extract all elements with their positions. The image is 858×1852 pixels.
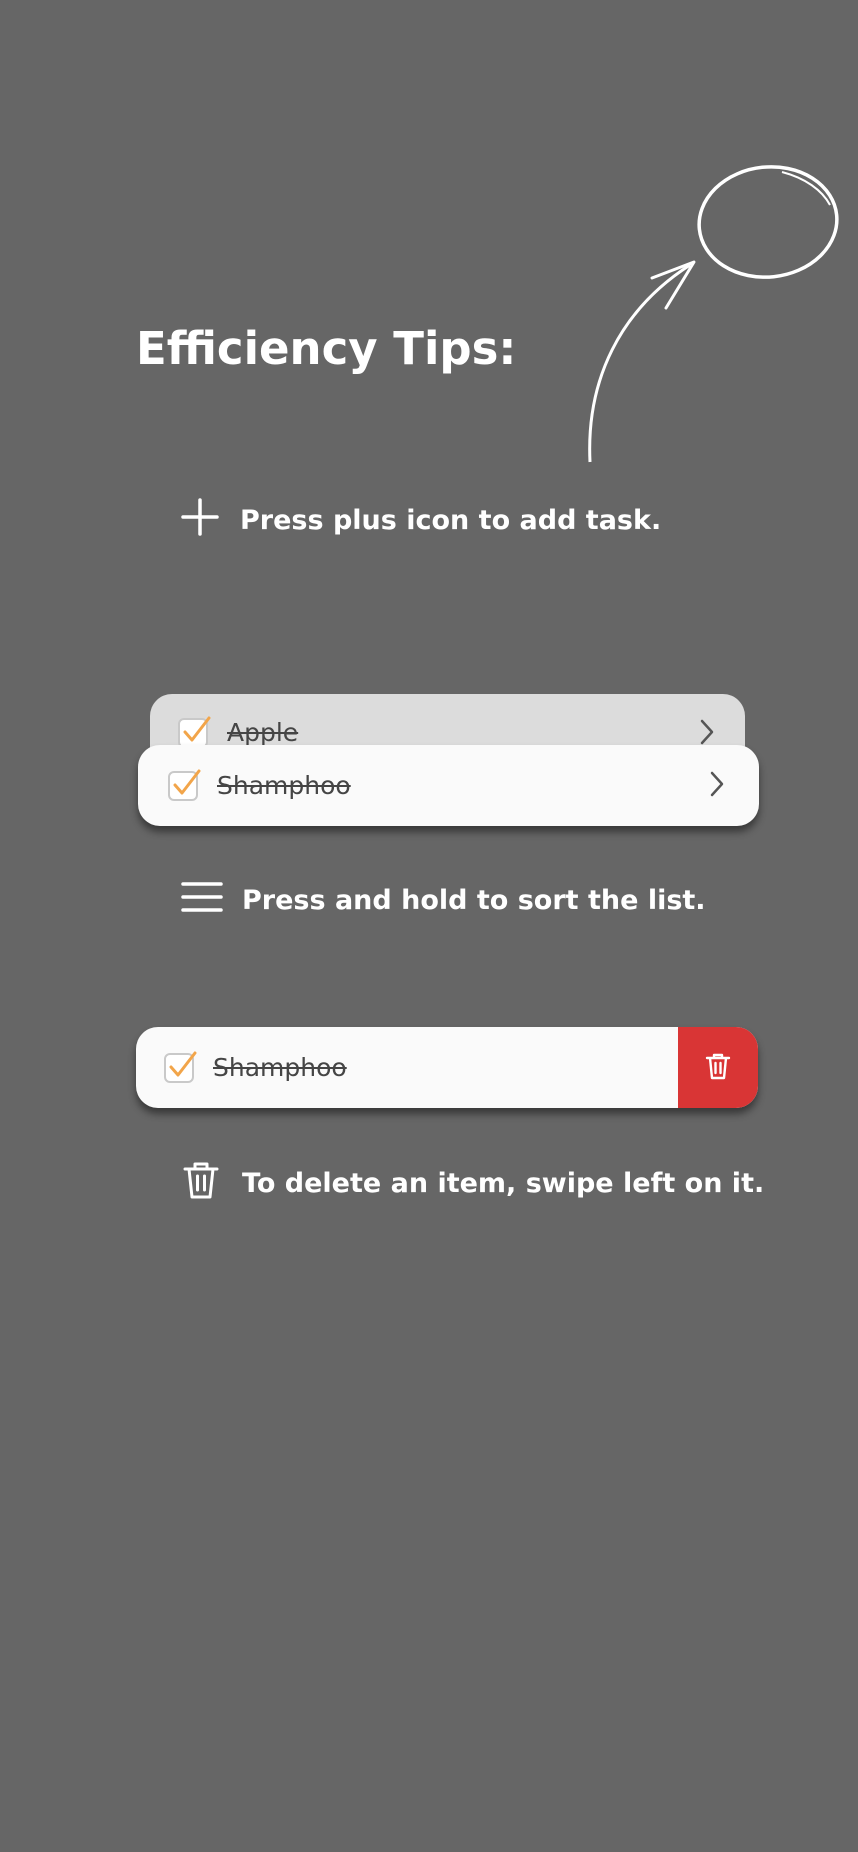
tip-sort: Press and hold to sort the list. bbox=[181, 880, 706, 921]
list-item-dragging[interactable]: Shamphoo bbox=[138, 745, 759, 826]
list-item-swiped[interactable]: Shamphoo bbox=[136, 1027, 758, 1108]
checkbox[interactable] bbox=[178, 716, 211, 748]
page-title: Efficiency Tips: bbox=[136, 322, 517, 375]
checkbox[interactable] bbox=[168, 769, 201, 801]
drag-handle-icon bbox=[181, 880, 223, 921]
item-label: Shamphoo bbox=[217, 771, 351, 800]
tip-delete-text: To delete an item, swipe left on it. bbox=[242, 1168, 765, 1199]
tip-sort-text: Press and hold to sort the list. bbox=[242, 885, 706, 916]
item-label: Apple bbox=[227, 718, 299, 747]
item-label: Shamphoo bbox=[213, 1053, 347, 1082]
tip-delete: To delete an item, swipe left on it. bbox=[182, 1160, 764, 1207]
tip-add-text: Press plus icon to add task. bbox=[240, 505, 662, 536]
trash-icon bbox=[705, 1052, 731, 1084]
trash-icon bbox=[182, 1160, 220, 1207]
annotation-arrow-circle-icon bbox=[588, 165, 839, 463]
plus-icon bbox=[180, 497, 220, 544]
chevron-right-icon[interactable] bbox=[709, 770, 725, 802]
delete-button[interactable] bbox=[678, 1027, 758, 1108]
tip-add: Press plus icon to add task. bbox=[180, 497, 661, 544]
checkbox[interactable] bbox=[164, 1051, 197, 1083]
